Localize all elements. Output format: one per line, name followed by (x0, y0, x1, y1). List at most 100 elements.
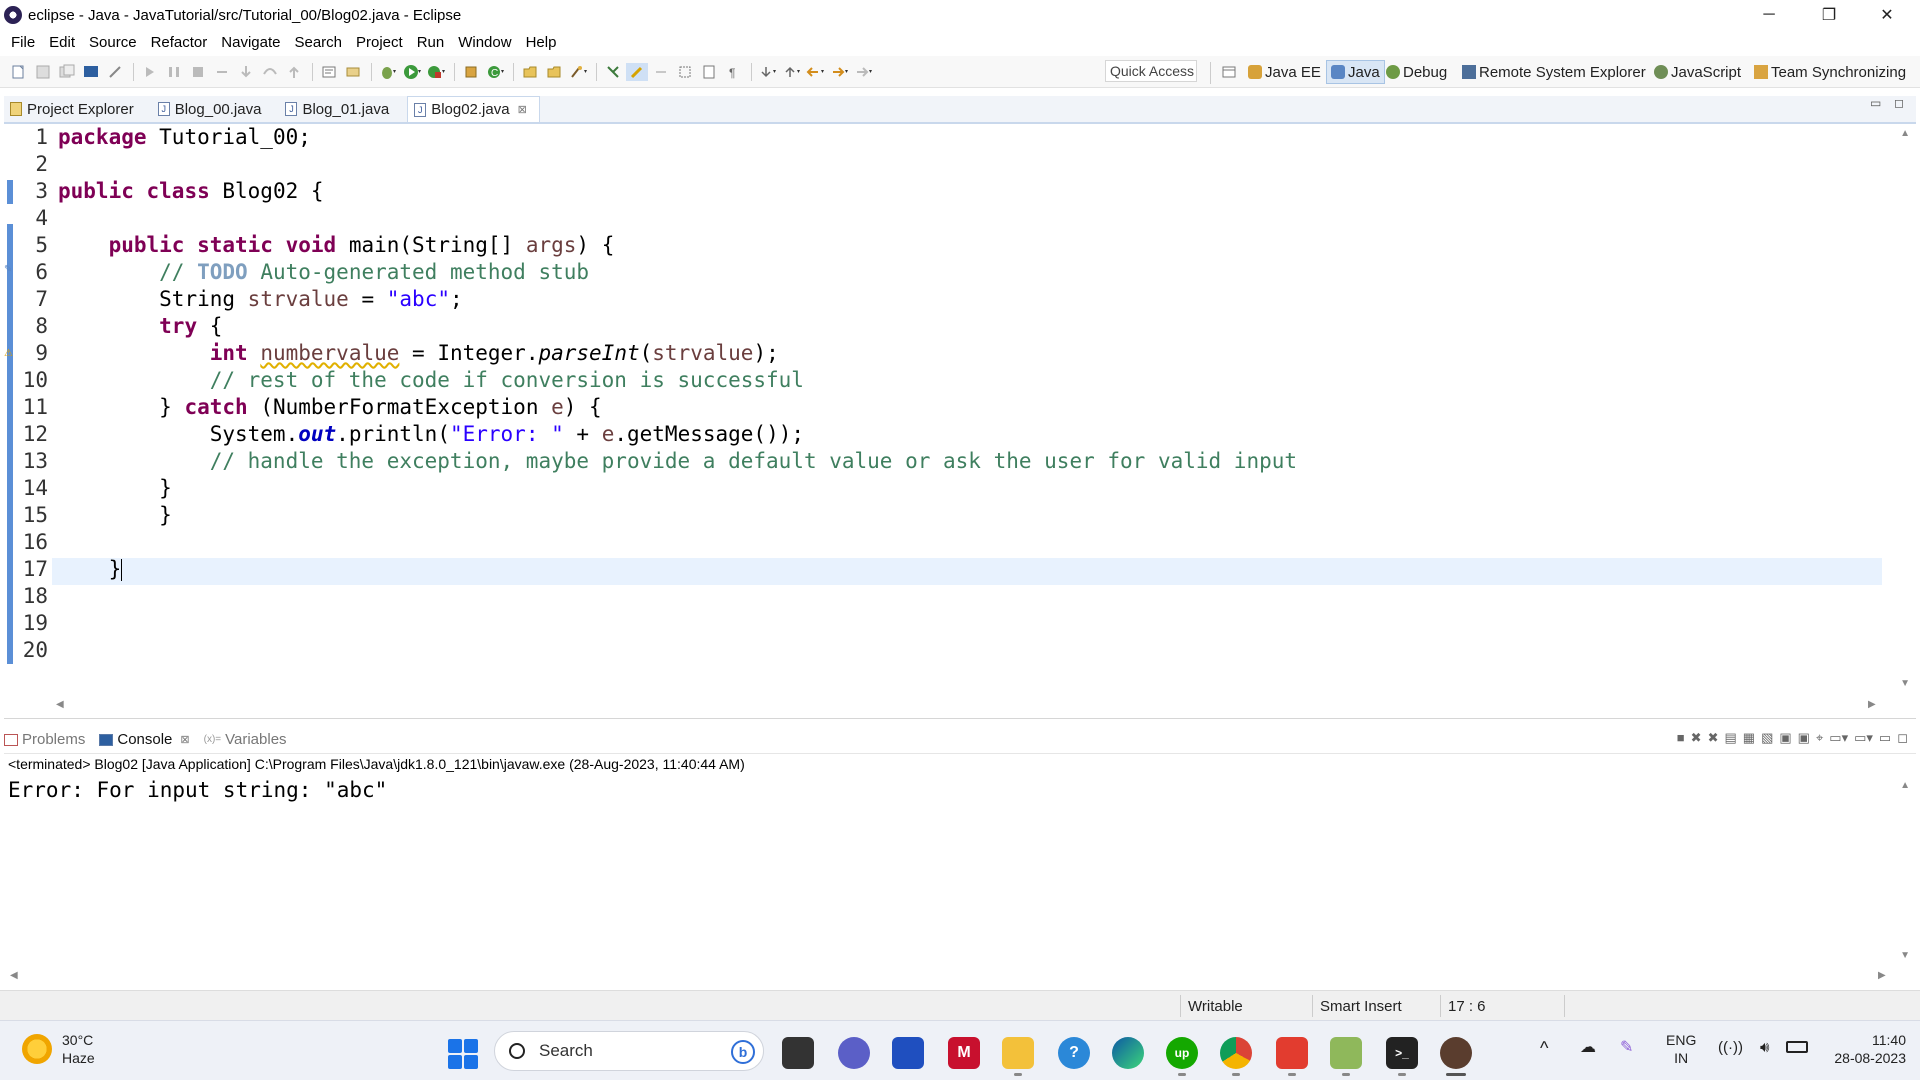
mcafee-icon[interactable]: M (948, 1037, 980, 1069)
perspective-remote-system-explorer[interactable]: Remote System Explorer (1462, 60, 1646, 84)
show-whitespace-icon[interactable] (650, 63, 672, 81)
scroll-down-icon[interactable]: ▼ (1900, 678, 1910, 689)
menu-run[interactable]: Run (410, 34, 452, 51)
show-source-icon[interactable] (698, 63, 720, 81)
clear-console-icon[interactable]: ▤ (1724, 730, 1736, 746)
menu-refactor[interactable]: Refactor (144, 34, 215, 51)
minimize-view-icon[interactable]: ▭ (1870, 96, 1881, 110)
build-icon[interactable] (342, 63, 364, 81)
word-wrap-icon[interactable]: ▧ (1761, 730, 1773, 746)
pen-menu-icon[interactable]: ✎ (1620, 1039, 1633, 1057)
scroll-right-icon[interactable]: ▶ (1878, 970, 1886, 981)
terminal-icon[interactable] (80, 63, 102, 81)
volume-icon[interactable]: 🔊︎ (1760, 1039, 1769, 1057)
perspective-javascript[interactable]: JavaScript (1654, 60, 1741, 84)
terminate-icon[interactable]: ■ (1677, 730, 1685, 746)
skip-breakpoints-icon[interactable] (104, 63, 126, 81)
scroll-up-icon[interactable]: ▲ (1900, 128, 1910, 139)
show-stderr-icon[interactable]: ▣ (1798, 730, 1810, 746)
forward-icon[interactable] (829, 63, 851, 81)
console-output[interactable]: Error: For input string: "abc" (8, 778, 387, 802)
menu-edit[interactable]: Edit (42, 34, 82, 51)
open-type-icon[interactable] (519, 63, 541, 81)
chat-icon[interactable] (838, 1037, 870, 1069)
menu-file[interactable]: File (4, 34, 42, 51)
scroll-left-icon[interactable]: ◀ (56, 699, 64, 710)
save-icon[interactable] (32, 63, 54, 81)
onedrive-icon[interactable]: ☁ (1580, 1039, 1596, 1057)
scroll-lock-icon[interactable]: ▦ (1743, 730, 1755, 746)
disconnect-icon[interactable] (211, 63, 233, 81)
menu-window[interactable]: Window (451, 34, 518, 51)
clock[interactable]: 11:40 28-08-2023 (1816, 1031, 1906, 1067)
taskbar-search-box[interactable]: Search b (494, 1031, 764, 1071)
pilcrow-icon[interactable]: ¶ (722, 63, 744, 81)
debug-icon[interactable] (377, 63, 399, 81)
pin-console-icon[interactable]: ⌖ (1816, 730, 1823, 746)
quick-access-field[interactable]: Quick Access (1105, 60, 1197, 82)
perspective-debug[interactable]: Debug (1386, 60, 1447, 84)
menu-project[interactable]: Project (349, 34, 410, 51)
menu-search[interactable]: Search (287, 34, 349, 51)
scroll-left-icon[interactable]: ◀ (10, 970, 18, 981)
file-explorer-icon[interactable] (1002, 1037, 1034, 1069)
minimize-button[interactable]: ─ (1740, 0, 1798, 30)
forward-disabled-icon[interactable] (853, 63, 875, 81)
next-annotation-icon[interactable] (757, 63, 779, 81)
new-java-class-icon[interactable]: C (484, 63, 506, 81)
open-perspective-icon[interactable] (1218, 63, 1240, 81)
tab-project-explorer[interactable]: Project Explorer (4, 96, 146, 122)
step-into-icon[interactable] (235, 63, 257, 81)
show-hidden-icons-icon[interactable]: ^ (1540, 1039, 1548, 1057)
unused-variable-warning[interactable]: numbervalue (260, 341, 399, 365)
start-button[interactable] (448, 1039, 478, 1069)
save-all-icon[interactable] (56, 63, 78, 81)
tab-console[interactable]: Console ⊠ (99, 731, 190, 748)
search-tool-icon[interactable] (567, 63, 589, 81)
edge-icon[interactable] (1112, 1037, 1144, 1069)
get-help-icon[interactable]: ? (1058, 1037, 1090, 1069)
scroll-right-icon[interactable]: ▶ (1868, 699, 1876, 710)
tab-blog02-java[interactable]: J Blog02.java ⊠ (407, 96, 540, 122)
new-java-package-icon[interactable] (460, 63, 482, 81)
scroll-down-icon[interactable]: ▼ (1900, 950, 1910, 961)
new-icon[interactable] (8, 63, 30, 81)
open-console-icon[interactable]: ▭▾ (1854, 730, 1873, 746)
remove-launch-icon[interactable]: ✖ (1691, 730, 1702, 746)
block-selection-icon[interactable] (674, 63, 696, 81)
language-indicator[interactable]: ENG IN (1666, 1031, 1696, 1067)
microsoft-store-icon[interactable] (892, 1037, 924, 1069)
close-tab-icon[interactable]: ⊠ (518, 103, 527, 116)
tab-blog-01-java[interactable]: J Blog_01.java (279, 96, 401, 122)
wifi-icon[interactable]: ((·)) (1718, 1039, 1743, 1057)
toggle-mark-occurrences-icon[interactable] (602, 63, 624, 81)
perspective-team-synchronizing[interactable]: Team Synchronizing (1754, 60, 1906, 84)
external-tools-icon[interactable] (425, 63, 447, 81)
task-view-icon[interactable] (782, 1037, 814, 1069)
menu-source[interactable]: Source (82, 34, 144, 51)
tab-variables[interactable]: (x)= Variables (204, 731, 287, 748)
tab-problems[interactable]: Problems (4, 731, 85, 748)
anydesk-icon[interactable] (1276, 1037, 1308, 1069)
eclipse-taskbar-icon[interactable] (1440, 1037, 1472, 1069)
scroll-up-icon[interactable]: ▲ (1900, 780, 1910, 791)
perspective-java-ee[interactable]: Java EE (1248, 60, 1321, 84)
weather-widget[interactable]: 30°C Haze (22, 1031, 95, 1067)
upwork-icon[interactable]: up (1166, 1037, 1198, 1069)
maximize-view-icon[interactable]: ◻ (1894, 96, 1904, 110)
step-over-icon[interactable] (259, 63, 281, 81)
back-icon[interactable] (805, 63, 827, 81)
toggle-highlight-icon[interactable] (626, 62, 648, 81)
command-prompt-icon[interactable]: >_ (1386, 1037, 1418, 1069)
display-console-icon[interactable]: ▭▾ (1829, 730, 1848, 746)
close-tab-icon[interactable]: ⊠ (180, 733, 189, 746)
resume-icon[interactable] (139, 63, 161, 81)
suspend-icon[interactable] (163, 63, 185, 81)
menu-help[interactable]: Help (519, 34, 564, 51)
terminate-icon[interactable] (187, 63, 209, 81)
tab-blog-00-java[interactable]: J Blog_00.java (152, 96, 274, 122)
open-console-icon[interactable] (318, 63, 340, 81)
step-return-icon[interactable] (283, 63, 305, 81)
close-button[interactable]: ✕ (1858, 0, 1916, 30)
maximize-view-icon[interactable]: ◻ (1897, 730, 1908, 746)
